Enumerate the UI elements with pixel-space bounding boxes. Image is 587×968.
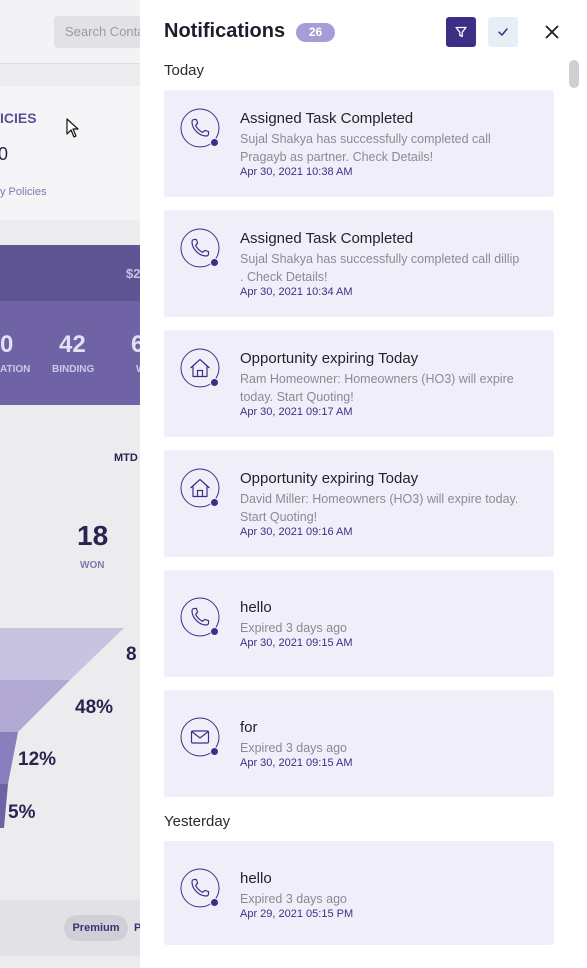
filter-icon xyxy=(455,26,467,38)
notification-timestamp: Apr 30, 2021 09:15 AM xyxy=(240,757,353,769)
background-stat-label: BINDING xyxy=(52,364,95,375)
notification-title: Assigned Task Completed xyxy=(240,110,414,127)
mail-icon xyxy=(180,717,220,757)
notification-card[interactable]: hello Expired 3 days ago Apr 29, 2021 05… xyxy=(164,841,554,945)
home-icon xyxy=(180,348,220,388)
close-icon xyxy=(545,25,559,39)
check-icon xyxy=(498,28,508,36)
home-icon xyxy=(180,468,220,508)
notifications-panel: Notifications 26 Today Assigned Task Com… xyxy=(140,0,587,968)
notification-timestamp: Apr 30, 2021 10:38 AM xyxy=(240,166,353,178)
notification-card[interactable]: Assigned Task Completed Sujal Shakya has… xyxy=(164,90,554,197)
background-premium-pill: Premium xyxy=(64,915,128,941)
notification-description: Sujal Shakya has successfully completed … xyxy=(240,132,491,164)
close-button[interactable] xyxy=(538,18,566,46)
notification-timestamp: Apr 30, 2021 10:34 AM xyxy=(240,286,353,298)
notification-card[interactable]: Opportunity expiring Today David Miller:… xyxy=(164,450,554,557)
notification-title: Assigned Task Completed xyxy=(240,230,414,247)
notification-description: David Miller: Homeowners (HO3) will expi… xyxy=(240,492,519,524)
notification-description: Ram Homeowner: Homeowners (HO3) will exp… xyxy=(240,372,514,404)
mark-all-read-button[interactable] xyxy=(488,17,518,47)
section-today: Today xyxy=(164,62,205,79)
notification-description: Sujal Shakya has successfully completed … xyxy=(240,252,520,284)
notification-description: Expired 3 days ago xyxy=(240,621,348,635)
background-funnel-percent: 5% xyxy=(8,802,36,823)
notification-timestamp: Apr 29, 2021 05:15 PM xyxy=(240,908,354,920)
background-stat-label: ATION xyxy=(0,364,31,375)
panel-title: Notifications xyxy=(164,20,286,42)
section-yesterday: Yesterday xyxy=(164,813,231,830)
notification-count-badge: 26 xyxy=(296,23,335,42)
background-policies-link: y Policies xyxy=(0,186,47,198)
phone-icon xyxy=(180,228,220,268)
notification-description: Expired 3 days ago xyxy=(240,741,348,755)
notification-card[interactable]: hello Expired 3 days ago Apr 30, 2021 09… xyxy=(164,570,554,677)
background-mtd-label: MTD xyxy=(114,452,138,464)
scrollbar-thumb[interactable] xyxy=(569,60,579,88)
background-amount: $2 xyxy=(126,266,141,281)
notification-title: for xyxy=(240,719,258,736)
background-funnel-percent: 12% xyxy=(18,749,57,770)
background-won-value: 18 xyxy=(77,520,109,551)
mouse-cursor-icon xyxy=(66,118,79,138)
background-funnel-percent: 48% xyxy=(75,697,114,718)
notification-timestamp: Apr 30, 2021 09:16 AM xyxy=(240,526,353,538)
phone-icon xyxy=(180,868,220,908)
background-stat-value: 0 xyxy=(0,331,14,358)
background-policies-card xyxy=(0,86,150,220)
phone-icon xyxy=(180,597,220,637)
notification-title: Opportunity expiring Today xyxy=(240,470,419,487)
background-policies-title: ICIES xyxy=(0,110,37,126)
filter-button[interactable] xyxy=(446,17,476,47)
phone-icon xyxy=(180,108,220,148)
background-funnel-percent: 8 xyxy=(126,644,137,665)
notification-card[interactable]: for Expired 3 days ago Apr 30, 2021 09:1… xyxy=(164,690,554,797)
notification-title: Opportunity expiring Today xyxy=(240,350,419,367)
background-won-label: WON xyxy=(80,560,105,571)
notification-description: Expired 3 days ago xyxy=(240,892,348,906)
notification-timestamp: Apr 30, 2021 09:17 AM xyxy=(240,406,353,418)
notification-timestamp: Apr 30, 2021 09:15 AM xyxy=(240,637,353,649)
background-policies-value: 0 xyxy=(0,144,9,164)
notification-card[interactable]: Assigned Task Completed Sujal Shakya has… xyxy=(164,210,554,317)
notification-card[interactable]: Opportunity expiring Today Ram Homeowner… xyxy=(164,330,554,437)
scrollbar-track[interactable] xyxy=(567,56,579,968)
background-stat-value: 42 xyxy=(59,331,86,358)
notification-title: hello xyxy=(240,599,272,616)
notification-title: hello xyxy=(240,870,272,887)
